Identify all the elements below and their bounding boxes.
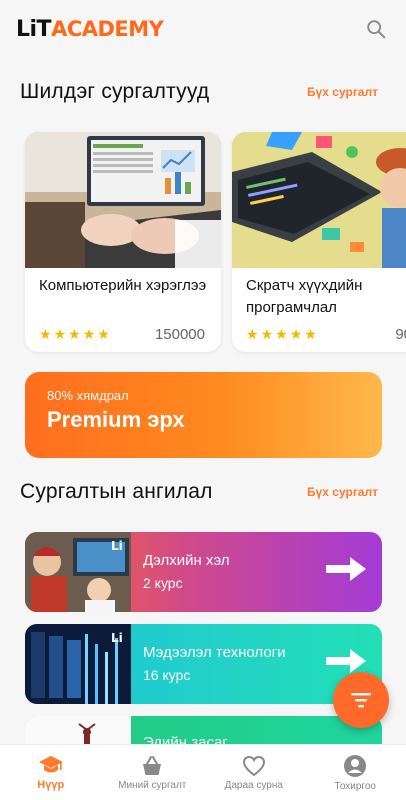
logo-lit: LiT <box>16 16 52 42</box>
category-item[interactable]: Li Дэлхийн хэл 2 курс <box>25 532 382 612</box>
category-item[interactable]: Эдийн засаг <box>25 716 382 744</box>
bottom-nav: Нүүр Миний сургалт Дараа сурна Тохиргоо <box>0 744 406 800</box>
app-header: LiT ACADEMY <box>0 0 406 58</box>
filter-button[interactable] <box>333 672 389 728</box>
course-card[interactable]: Компьютерийн хэрэглээ ★ ★ ★ ★ ★ 150000 <box>25 132 221 352</box>
filter-icon <box>351 693 371 708</box>
course-card[interactable]: Скратч хүүхдийн програмчлал ★ ★ ★ ★ ★ 90 <box>232 132 406 352</box>
category-thumbnail: Li <box>25 532 131 612</box>
nav-item-my-courses[interactable]: Миний сургалт <box>102 745 204 800</box>
star-icon: ★ <box>260 326 274 342</box>
premium-title: Premium эрх <box>47 407 185 432</box>
featured-title: Шилдэг сургалтууд <box>20 80 210 103</box>
categories-header: Сургалтын ангилал Бүх сургалт <box>20 480 378 504</box>
heart-icon <box>242 755 265 776</box>
nav-label: Тохиргоо <box>334 780 376 792</box>
star-icon: ★ <box>97 326 110 342</box>
featured-see-all-link[interactable]: Бүх сургалт <box>307 85 378 99</box>
star-icon: ★ <box>289 326 303 342</box>
categories-title: Сургалтын ангилал <box>20 480 213 503</box>
category-info: Дэлхийн хэл 2 курс <box>131 532 382 612</box>
category-thumbnail <box>25 716 131 744</box>
categories-see-all-link[interactable]: Бүх сургалт <box>307 485 378 499</box>
course-title: Компьютерийн хэрэглээ <box>39 277 207 294</box>
course-count: 150000 <box>154 326 205 343</box>
nav-item-saved[interactable]: Дараа сурна <box>203 745 305 800</box>
category-thumbnail: Li <box>25 624 131 704</box>
star-icon: ★ <box>68 326 81 342</box>
search-button[interactable] <box>362 15 390 43</box>
course-thumbnail <box>25 132 221 268</box>
nav-item-home[interactable]: Нүүр <box>0 745 102 800</box>
nav-item-settings[interactable]: Тохиргоо <box>305 745 406 800</box>
graduation-cap-icon <box>38 756 63 773</box>
star-icon: ★ <box>275 326 288 342</box>
arrow-right-icon <box>326 557 366 581</box>
featured-header: Шилдэг сургалтууд Бүх сургалт <box>20 80 378 104</box>
star-icon: ★ <box>304 326 317 342</box>
basket-icon <box>143 755 162 775</box>
search-icon <box>367 20 386 39</box>
rating-stars: ★ ★ ★ ★ ★ <box>39 326 110 343</box>
star-icon: ★ <box>246 326 259 342</box>
course-count: 90 <box>395 326 406 343</box>
rating-stars: ★ ★ ★ ★ ★ <box>246 326 317 343</box>
star-icon: ★ <box>39 326 52 342</box>
category-name: Эдийн засаг <box>143 734 228 744</box>
course-meta: ★ ★ ★ ★ ★ 90 <box>232 316 406 343</box>
star-icon: ★ <box>53 326 67 342</box>
premium-banner[interactable]: 80% хямдрал Premium эрх <box>25 372 382 458</box>
user-icon <box>344 754 367 777</box>
course-title: Скратч хүүхдийн програмчлал <box>246 277 363 316</box>
nav-label: Миний сургалт <box>118 779 187 791</box>
logo-academy: ACADEMY <box>51 16 164 41</box>
svg-text:Li: Li <box>111 631 123 645</box>
nav-label: Дараа сурна <box>224 779 283 791</box>
featured-carousel[interactable]: Компьютерийн хэрэглээ ★ ★ ★ ★ ★ 150000 С… <box>0 130 406 356</box>
star-icon: ★ <box>82 326 96 342</box>
nav-label: Нүүр <box>37 779 65 791</box>
svg-text:Li: Li <box>111 539 123 553</box>
premium-discount: 80% хямдрал <box>47 388 129 403</box>
category-item[interactable]: Li Мэдээлэл технологи 16 курс <box>25 624 382 704</box>
course-meta: ★ ★ ★ ★ ★ 150000 <box>25 316 221 343</box>
course-thumbnail <box>232 132 406 268</box>
app-logo: LiT ACADEMY <box>16 16 164 42</box>
